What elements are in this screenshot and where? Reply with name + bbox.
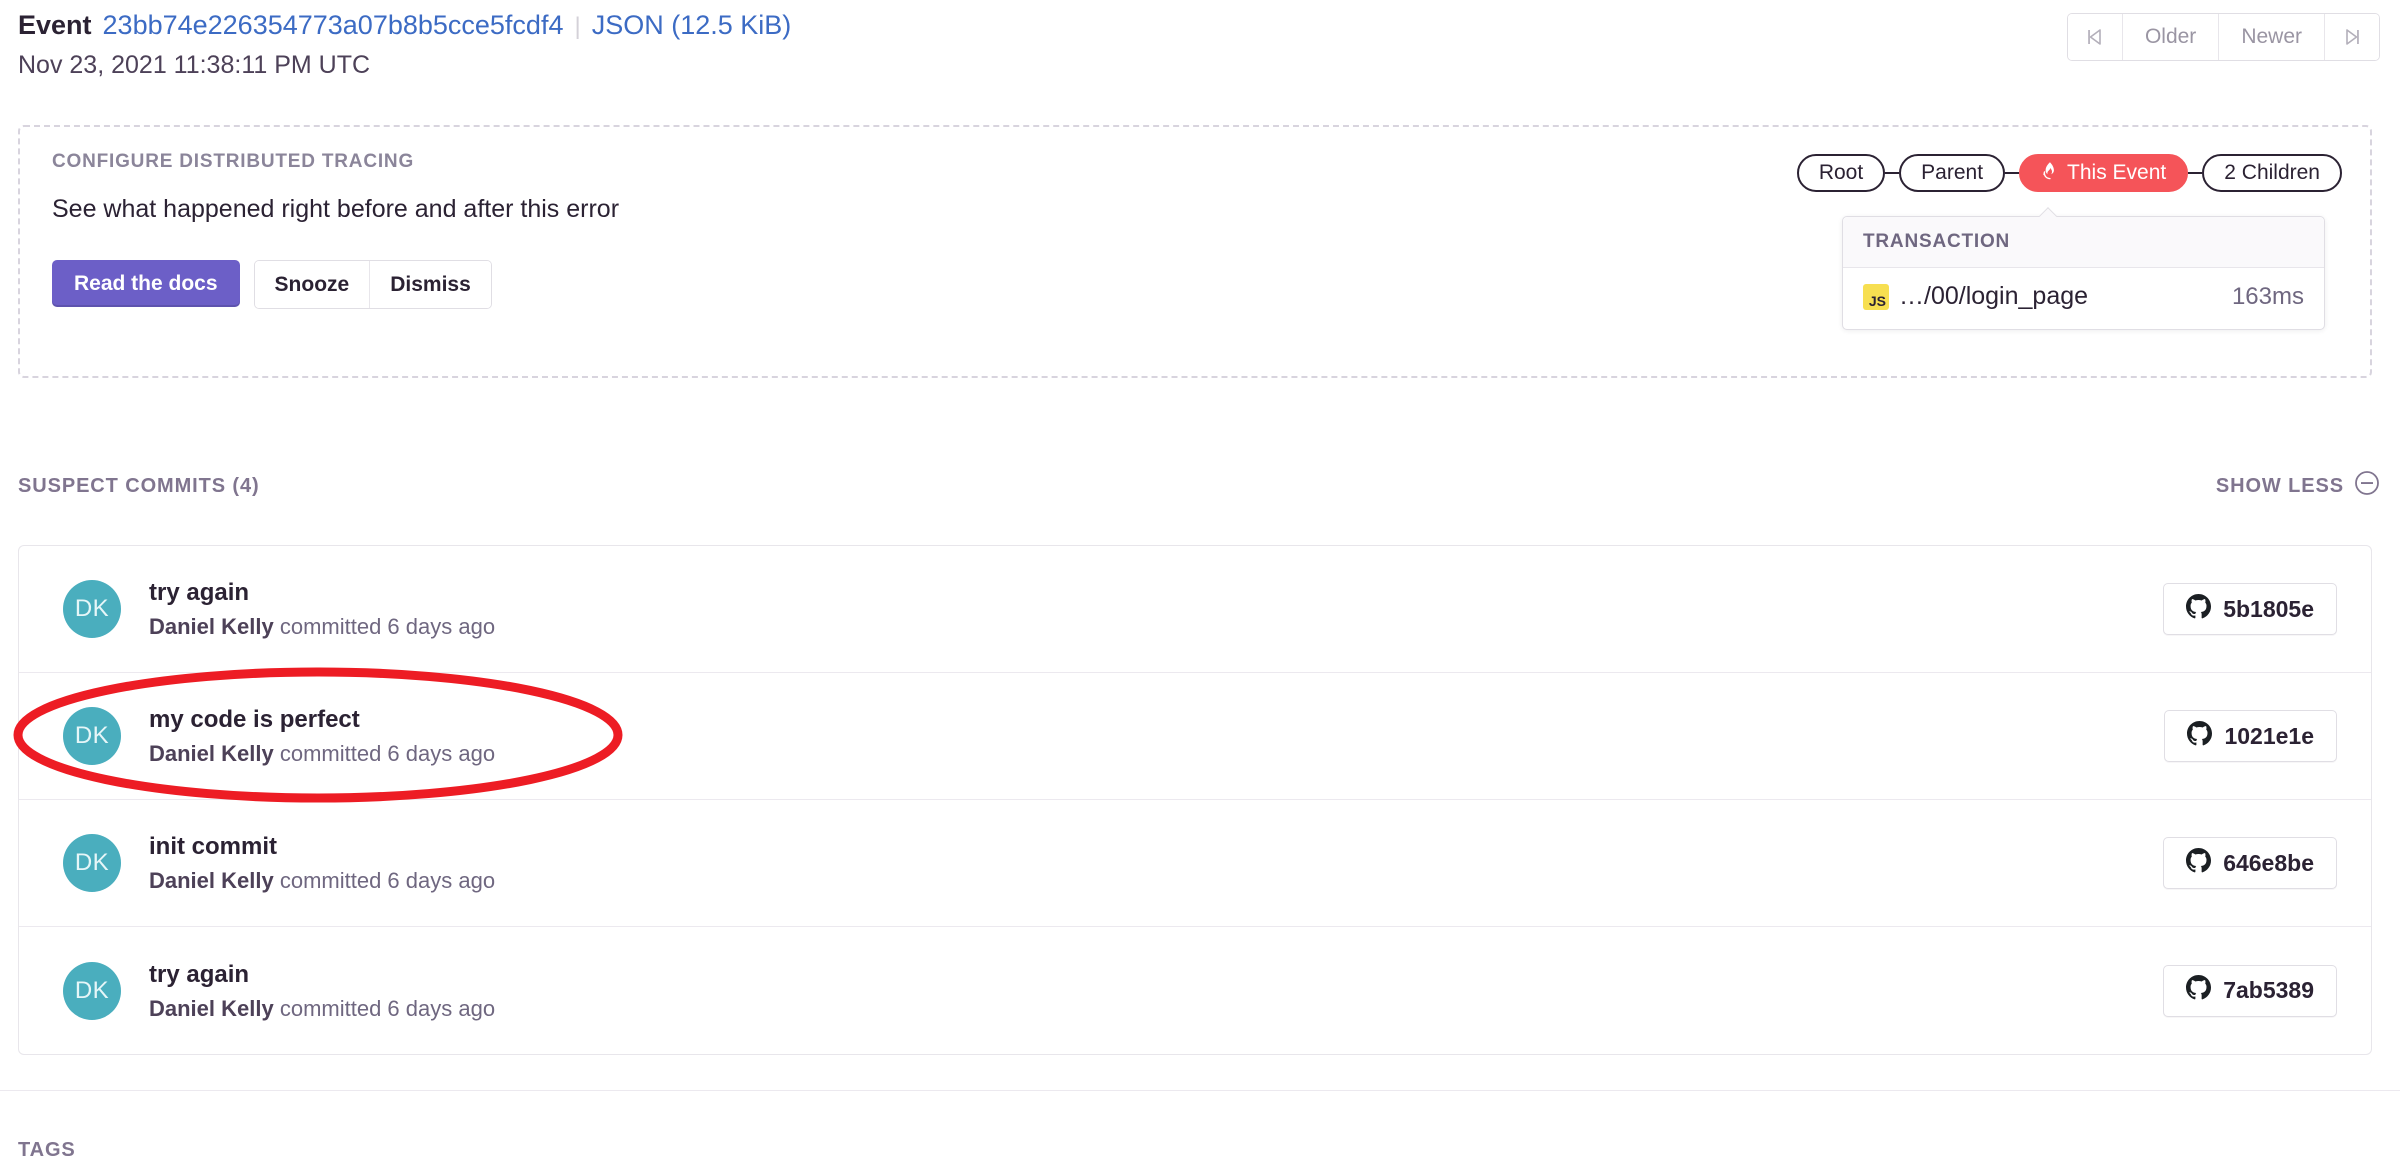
read-the-docs-button[interactable]: Read the docs — [52, 260, 240, 307]
snooze-button[interactable]: Snooze — [254, 261, 371, 308]
banner-kicker: CONFIGURE DISTRIBUTED TRACING — [52, 151, 415, 172]
avatar: DK — [63, 834, 121, 892]
commit-message: my code is perfect — [149, 706, 360, 733]
commit-time: committed 6 days ago — [279, 614, 496, 639]
commit-message: try again — [149, 579, 250, 606]
quick-trace-connector — [2005, 172, 2020, 174]
quick-trace-pill-root[interactable]: Root — [1796, 154, 1886, 192]
commit-meta: Daniel Kelly committed 6 days ago — [149, 740, 2164, 767]
table-row[interactable]: DK init commit Daniel Kelly committed 6 … — [19, 800, 2371, 927]
banner-content: CONFIGURE DISTRIBUTED TRACING See what h… — [52, 151, 619, 309]
title-separator: | — [574, 13, 581, 40]
table-row[interactable]: DK try again Daniel Kelly committed 6 da… — [19, 546, 2371, 673]
github-icon — [2187, 720, 2213, 752]
commit-details: try again Daniel Kelly committed 6 days … — [149, 578, 2163, 640]
avatar: DK — [63, 707, 121, 765]
transaction-name-link[interactable]: …/00/login_page — [1899, 282, 2222, 311]
quick-trace-pill-parent[interactable]: Parent — [1899, 154, 2006, 192]
transaction-tooltip-body: JS …/00/login_page 163ms — [1843, 268, 2324, 329]
quick-trace: Root Parent This Event 2 Children — [1796, 154, 2342, 192]
commit-author: Daniel Kelly — [149, 741, 274, 766]
show-less-toggle[interactable]: SHOW LESS — [2216, 470, 2380, 502]
tags-section-title: TAGS — [18, 1139, 76, 1161]
circle-minus-icon — [2354, 470, 2380, 502]
dismiss-button[interactable]: Dismiss — [370, 261, 491, 308]
event-id-link[interactable]: 23bb74e226354773a07b8b5cce5fcdf4 — [103, 8, 564, 42]
commit-meta: Daniel Kelly committed 6 days ago — [149, 613, 2163, 640]
first-event-button[interactable] — [2067, 14, 2123, 60]
commit-message: try again — [149, 960, 250, 988]
commit-details: try again Daniel Kelly committed 6 days … — [149, 960, 2163, 1022]
transaction-duration: 163ms — [2231, 282, 2304, 310]
event-timestamp: Nov 23, 2021 11:38:11 PM UTC — [18, 51, 371, 79]
quick-trace-connector — [2188, 172, 2203, 174]
page-title: Event — [18, 10, 92, 40]
first-page-icon — [2084, 26, 2106, 48]
avatar: DK — [63, 961, 121, 1020]
commit-hash: 5b1805e — [2223, 595, 2314, 622]
section-divider — [0, 1090, 2400, 1091]
commit-author: Daniel Kelly — [149, 868, 274, 893]
commit-time: committed 6 days ago — [279, 868, 496, 893]
commit-hash: 646e8be — [2223, 849, 2314, 876]
event-title-row: Event 23bb74e226354773a07b8b5cce5fcdf4 |… — [18, 8, 2380, 44]
commit-time: committed 6 days ago — [279, 995, 496, 1021]
commit-hash: 7ab5389 — [2223, 977, 2314, 1003]
commit-author: Daniel Kelly — [149, 995, 274, 1021]
flame-icon — [2041, 161, 2059, 186]
json-download-link[interactable]: JSON (12.5 KiB) — [592, 8, 792, 42]
commit-details: my code is perfect Daniel Kelly committe… — [149, 705, 2164, 767]
tooltip-arrow — [2039, 207, 2057, 217]
last-page-icon — [2341, 26, 2363, 48]
banner-secondary-actions: Snooze Dismiss — [253, 260, 492, 309]
commit-details: init commit Daniel Kelly committed 6 day… — [149, 832, 2163, 894]
quick-trace-pill-label: This Event — [2067, 161, 2167, 184]
banner-description: See what happened right before and after… — [52, 195, 620, 223]
commit-message: init commit — [149, 833, 278, 860]
javascript-platform-icon: JS — [1863, 283, 1889, 310]
banner-actions: Read the docs Snooze Dismiss — [52, 260, 619, 309]
quick-trace-pill-this-event[interactable]: This Event — [2019, 154, 2189, 192]
commit-hash-button[interactable]: 7ab5389 — [2163, 964, 2337, 1017]
older-event-button[interactable]: Older — [2122, 14, 2220, 60]
commit-meta: Daniel Kelly committed 6 days ago — [149, 995, 2163, 1022]
suspect-commits-list: DK try again Daniel Kelly committed 6 da… — [18, 545, 2372, 1055]
event-header: Event 23bb74e226354773a07b8b5cce5fcdf4 |… — [18, 8, 2380, 98]
commit-meta: Daniel Kelly committed 6 days ago — [149, 867, 2163, 894]
table-row[interactable]: DK my code is perfect Daniel Kelly commi… — [19, 673, 2371, 800]
event-pagination: Older Newer — [2066, 13, 2380, 61]
github-icon — [2186, 593, 2212, 625]
transaction-tooltip: TRANSACTION JS …/00/login_page 163ms — [1842, 216, 2325, 330]
suspect-commits-title: SUSPECT COMMITS (4) — [18, 474, 260, 497]
transaction-tooltip-heading: TRANSACTION — [1843, 217, 2324, 268]
github-icon — [2186, 975, 2212, 1006]
commit-author: Daniel Kelly — [149, 614, 274, 639]
latest-event-button[interactable] — [2325, 14, 2379, 60]
commit-hash-button[interactable]: 1021e1e — [2164, 710, 2337, 762]
github-icon — [2186, 847, 2212, 879]
avatar: DK — [63, 580, 121, 638]
newer-event-button[interactable]: Newer — [2219, 14, 2325, 60]
commit-hash: 1021e1e — [2224, 722, 2314, 749]
quick-trace-connector — [1885, 172, 1900, 174]
show-less-label: SHOW LESS — [2215, 474, 2344, 497]
commit-time: committed 6 days ago — [279, 741, 496, 766]
quick-trace-pill-children[interactable]: 2 Children — [2202, 154, 2342, 192]
suspect-commits-header: SUSPECT COMMITS (4) SHOW LESS — [18, 470, 2380, 502]
commit-hash-button[interactable]: 5b1805e — [2163, 583, 2337, 635]
table-row[interactable]: DK try again Daniel Kelly committed 6 da… — [19, 927, 2371, 1054]
commit-hash-button[interactable]: 646e8be — [2163, 837, 2337, 889]
